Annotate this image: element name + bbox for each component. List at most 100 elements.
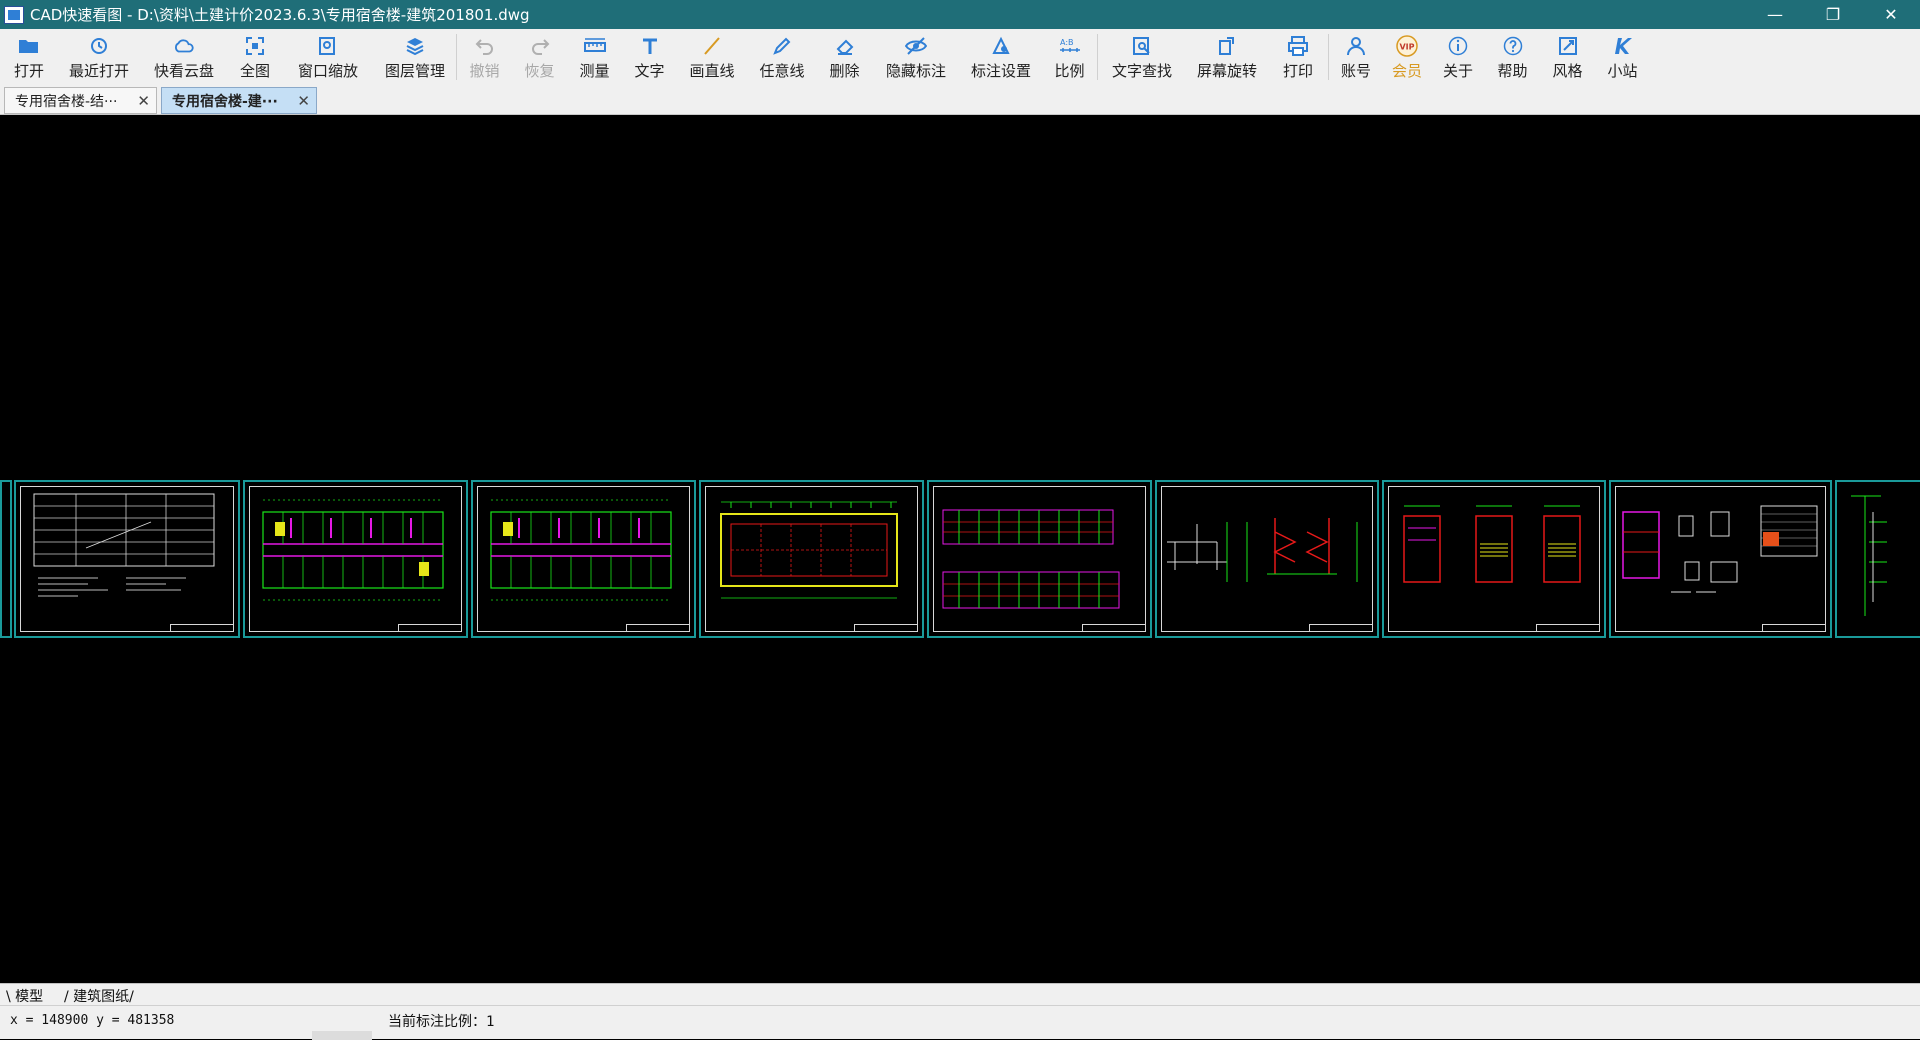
scale-button[interactable]: A:B 比例: [1042, 29, 1097, 84]
main-toolbar: 打开 最近打开 快看云盘 全图 窗口缩放 图层管理 撤销 恢复 测量 文字 画直…: [0, 29, 1920, 84]
zoom-window-button[interactable]: 窗口缩放: [282, 29, 374, 84]
tab-structure[interactable]: 专用宿舍楼-结··· ✕: [4, 87, 157, 114]
style-label: 风格: [1552, 62, 1583, 80]
drawing-sheet[interactable]: [0, 480, 12, 638]
zoom-window-label: 窗口缩放: [297, 62, 358, 80]
zoom-window-icon: [317, 35, 339, 57]
hide-annotation-label: 隐藏标注: [885, 62, 946, 80]
help-button[interactable]: 帮助: [1485, 29, 1540, 84]
tab-architecture[interactable]: 专用宿舍楼-建··· ✕: [161, 87, 317, 114]
info-icon: [1447, 35, 1469, 57]
delete-button[interactable]: 删除: [817, 29, 872, 84]
roof-plan-drawing: [720, 501, 898, 599]
close-button[interactable]: ✕: [1862, 0, 1920, 29]
document-tabs: 专用宿舍楼-结··· ✕ 专用宿舍楼-建··· ✕: [0, 84, 1920, 115]
text-search-button[interactable]: 文字查找: [1098, 29, 1186, 84]
freehand-button[interactable]: 任意线: [747, 29, 817, 84]
redo-button[interactable]: 恢复: [512, 29, 567, 84]
floor-plan-1-drawing: [262, 499, 444, 601]
fit-all-button[interactable]: 全图: [228, 29, 282, 84]
rotate-screen-label: 屏幕旋转: [1196, 62, 1257, 80]
tab-layout-architecture[interactable]: / 建筑图纸/: [64, 986, 134, 1006]
recent-open-button[interactable]: 最近打开: [58, 29, 140, 84]
window-title: CAD快速看图 - D:\资料\土建计价2023.6.3\专用宿舍楼-建筑201…: [30, 6, 530, 24]
close-tab-icon[interactable]: ✕: [297, 92, 310, 110]
eraser-icon: [834, 35, 856, 57]
ruler-icon: [583, 35, 606, 57]
measure-label: 测量: [579, 62, 610, 80]
redo-label: 恢复: [524, 62, 555, 80]
draw-line-button[interactable]: 画直线: [677, 29, 747, 84]
fit-all-icon: [244, 35, 266, 57]
about-label: 关于: [1442, 62, 1473, 80]
line-icon: [701, 35, 723, 57]
scale-icon: A:B: [1059, 35, 1081, 57]
history-icon: [88, 35, 110, 57]
about-button[interactable]: 关于: [1431, 29, 1485, 84]
title-bar: CAD快速看图 - D:\资料\土建计价2023.6.3\专用宿舍楼-建筑201…: [0, 0, 1920, 29]
hide-annotation-button[interactable]: 隐藏标注: [872, 29, 960, 84]
layer-manager-button[interactable]: 图层管理: [374, 29, 456, 84]
annotation-settings-label: 标注设置: [970, 62, 1031, 80]
drawing-sheet[interactable]: [699, 480, 924, 638]
floor-plan-2-drawing: [490, 499, 672, 601]
drawing-sheet[interactable]: [243, 480, 468, 638]
style-icon: [1557, 35, 1579, 57]
text-button[interactable]: 文字: [622, 29, 677, 84]
vip-badge-text: VIP: [1399, 43, 1414, 52]
help-label: 帮助: [1497, 62, 1528, 80]
design-notes-table-drawing: [33, 493, 215, 597]
cursor-coordinates: x = 148900 y = 481358: [10, 1013, 175, 1028]
cloud-drive-button[interactable]: 快看云盘: [140, 29, 228, 84]
open-label: 打开: [13, 62, 44, 80]
tab-model[interactable]: \ 模型: [6, 986, 43, 1006]
print-label: 打印: [1282, 62, 1313, 80]
text-icon: [639, 35, 661, 57]
user-icon: [1345, 35, 1367, 57]
drawing-sheet[interactable]: [1835, 480, 1920, 638]
site-icon: [1612, 35, 1634, 57]
title-block: [1082, 624, 1146, 632]
site-button[interactable]: 小站: [1595, 29, 1650, 84]
drawing-sheet[interactable]: [471, 480, 696, 638]
title-block: [1762, 624, 1826, 632]
drawing-sheet[interactable]: [14, 480, 240, 638]
title-block: [1536, 624, 1600, 632]
minimize-button[interactable]: —: [1746, 0, 1804, 29]
svg-text:A:B: A:B: [1060, 38, 1074, 47]
vip-icon: VIP: [1396, 35, 1418, 57]
recent-open-label: 最近打开: [68, 62, 129, 80]
layout-tab-label: 建筑图纸: [73, 989, 130, 1005]
text-search-label: 文字查找: [1111, 62, 1172, 80]
drawing-canvas[interactable]: [0, 115, 1920, 983]
sections-drawing: [1167, 518, 1358, 582]
print-button[interactable]: 打印: [1268, 29, 1328, 84]
undo-button[interactable]: 撤销: [457, 29, 512, 84]
layout-tabs: \ 模型 / 建筑图纸/: [0, 983, 1920, 1005]
text-label: 文字: [634, 62, 665, 80]
measure-button[interactable]: 测量: [567, 29, 622, 84]
drawing-sheet[interactable]: [1382, 480, 1606, 638]
restore-button[interactable]: ❐: [1804, 0, 1862, 29]
rotate-screen-button[interactable]: 屏幕旋转: [1186, 29, 1268, 84]
drawing-sheet[interactable]: [927, 480, 1152, 638]
close-tab-icon[interactable]: ✕: [137, 92, 150, 110]
elevations-drawing: [942, 509, 1120, 609]
cloud-drive-label: 快看云盘: [153, 62, 214, 80]
account-button[interactable]: 账号: [1329, 29, 1383, 84]
drawing-sheet[interactable]: [1155, 480, 1379, 638]
site-label: 小站: [1607, 62, 1638, 80]
door-window-details-drawing: [1622, 505, 1818, 593]
tab-label: 专用宿舍楼-建···: [172, 93, 278, 110]
drawing-sheet[interactable]: [1609, 480, 1832, 638]
delete-label: 删除: [829, 62, 860, 80]
annotation-settings-button[interactable]: 标注设置: [960, 29, 1042, 84]
open-button[interactable]: 打开: [0, 29, 58, 84]
title-block: [1309, 624, 1373, 632]
printer-icon: [1287, 35, 1309, 57]
model-tab-label: 模型: [15, 989, 44, 1005]
account-label: 账号: [1340, 62, 1371, 80]
vip-button[interactable]: VIP 会员: [1383, 29, 1431, 84]
annotation-scale: 当前标注比例：1: [388, 1014, 495, 1030]
style-button[interactable]: 风格: [1540, 29, 1595, 84]
